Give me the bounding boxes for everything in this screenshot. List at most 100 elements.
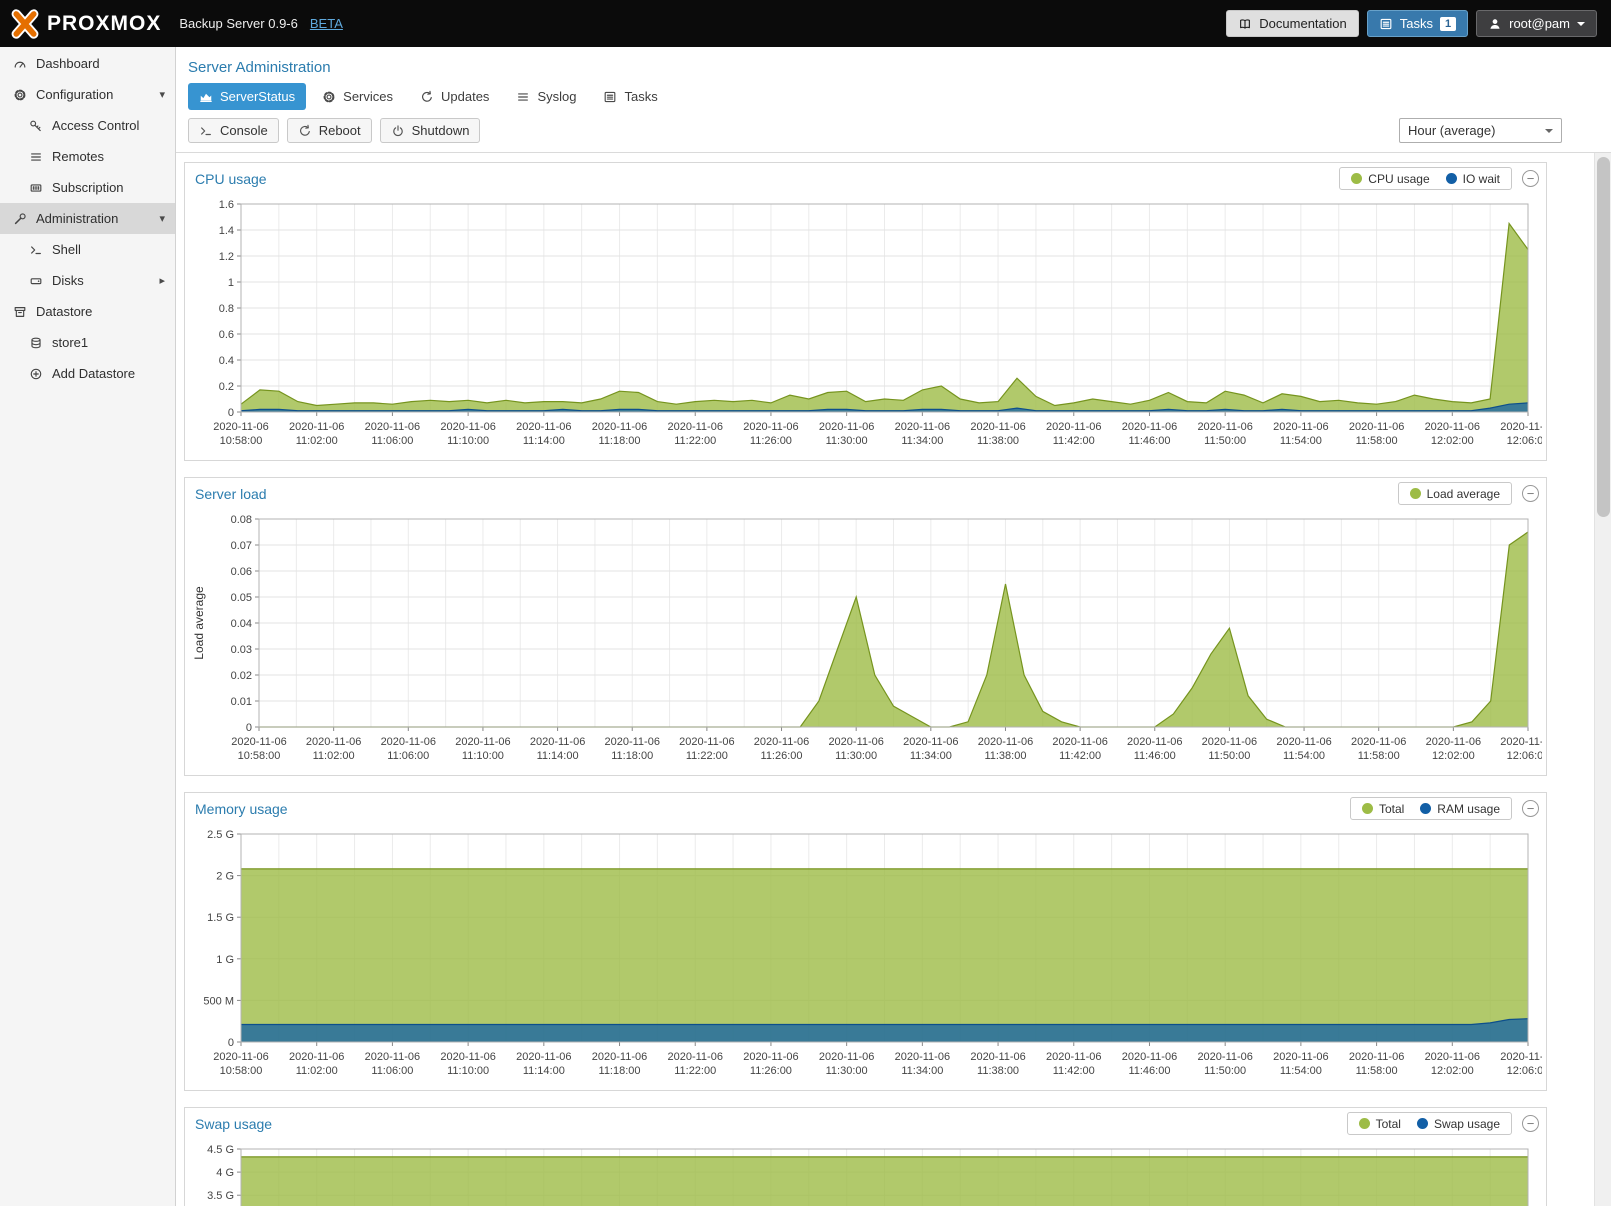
legend-item[interactable]: RAM usage: [1420, 802, 1500, 816]
svg-text:11:22:00: 11:22:00: [674, 435, 716, 447]
panel-title: CPU usage: [195, 171, 1329, 187]
svg-text:2020-11-06: 2020-11-06: [381, 736, 436, 748]
tasks-label: Tasks: [1400, 16, 1433, 31]
cpu-usage-chart: 00.20.40.60.811.21.41.62020-11-0610:58:0…: [189, 196, 1542, 456]
sidebar-item-access-control[interactable]: Access Control: [0, 110, 175, 141]
sidebar-item-dashboard[interactable]: Dashboard: [0, 48, 175, 79]
scrollbar-thumb[interactable]: [1597, 157, 1610, 517]
reboot-icon: [298, 124, 312, 138]
svg-text:11:26:00: 11:26:00: [750, 1065, 792, 1077]
svg-text:0.6: 0.6: [219, 329, 234, 341]
gauge-icon: [13, 57, 27, 71]
svg-text:11:06:00: 11:06:00: [371, 435, 413, 447]
svg-text:0.4: 0.4: [219, 355, 234, 367]
terminal-icon: [29, 243, 43, 257]
sidebar-item-store1[interactable]: store1: [0, 327, 175, 358]
tab-syslog[interactable]: Syslog: [505, 83, 587, 110]
svg-text:11:50:00: 11:50:00: [1204, 1065, 1246, 1077]
sidebar-item-disks[interactable]: Disks ▸: [0, 265, 175, 296]
tab-services[interactable]: Services: [311, 83, 404, 110]
svg-text:12:06:00: 12:06:00: [1507, 435, 1542, 447]
svg-text:1.4: 1.4: [219, 225, 234, 237]
list-icon: [516, 90, 530, 104]
svg-text:11:18:00: 11:18:00: [599, 435, 641, 447]
svg-text:0.04: 0.04: [231, 618, 252, 630]
svg-text:2020-11-06: 2020-11-06: [1500, 421, 1542, 433]
tab-bar: ServerStatus Services Updates Syslog Tas…: [176, 78, 1611, 110]
brand-text: PROXMOX: [47, 12, 161, 36]
legend-item[interactable]: IO wait: [1446, 172, 1500, 186]
legend-dot: [1351, 173, 1362, 184]
svg-text:10:58:00: 10:58:00: [220, 1065, 263, 1077]
svg-text:2020-11-06: 2020-11-06: [516, 421, 571, 433]
svg-text:11:02:00: 11:02:00: [296, 435, 338, 447]
legend-item[interactable]: Swap usage: [1417, 1117, 1500, 1131]
tasks-button[interactable]: Tasks 1: [1367, 10, 1468, 37]
legend-item[interactable]: Load average: [1410, 487, 1500, 501]
tab-tasks[interactable]: Tasks: [592, 83, 668, 110]
svg-text:11:14:00: 11:14:00: [523, 435, 565, 447]
legend-item[interactable]: Total: [1362, 802, 1404, 816]
reboot-button[interactable]: Reboot: [287, 118, 372, 143]
svg-text:2020-11-06: 2020-11-06: [231, 736, 286, 748]
tasks-count-badge: 1: [1440, 17, 1456, 31]
vertical-scrollbar[interactable]: [1594, 153, 1611, 1206]
documentation-button[interactable]: Documentation: [1226, 10, 1358, 37]
terminal-icon: [199, 124, 213, 138]
collapse-panel-button[interactable]: −: [1522, 485, 1539, 502]
tab-serverstatus[interactable]: ServerStatus: [188, 83, 306, 110]
expand-arrow-icon[interactable]: ▾: [159, 212, 165, 225]
svg-text:2020-11-06: 2020-11-06: [1349, 421, 1404, 433]
charts-scroll-area: CPU usage CPU usageIO wait − 00.20.40.60…: [176, 153, 1611, 1206]
svg-text:11:30:00: 11:30:00: [826, 1065, 868, 1077]
tab-label: Syslog: [537, 89, 576, 104]
time-range-select[interactable]: Hour (average): [1399, 118, 1562, 143]
list-icon: [29, 150, 43, 164]
svg-text:10:58:00: 10:58:00: [238, 750, 281, 762]
svg-text:2020-11-06: 2020-11-06: [516, 1051, 571, 1063]
gear-icon: [322, 90, 336, 104]
legend-item[interactable]: Total: [1359, 1117, 1401, 1131]
svg-text:2020-11-06: 2020-11-06: [455, 736, 510, 748]
sidebar-item-add-datastore[interactable]: Add Datastore: [0, 358, 175, 389]
collapse-panel-button[interactable]: −: [1522, 800, 1539, 817]
panel-header: Server load Load average −: [185, 478, 1546, 509]
sidebar-item-remotes[interactable]: Remotes: [0, 141, 175, 172]
collapse-panel-button[interactable]: −: [1522, 170, 1539, 187]
tab-updates[interactable]: Updates: [409, 83, 500, 110]
wrench-icon: [13, 212, 27, 226]
archive-box-icon: [13, 305, 27, 319]
sidebar-item-subscription[interactable]: Subscription: [0, 172, 175, 203]
sidebar-item-shell[interactable]: Shell: [0, 234, 175, 265]
sidebar-item-configuration[interactable]: Configuration ▾: [0, 79, 175, 110]
user-menu-button[interactable]: root@pam: [1476, 10, 1597, 37]
tab-label: Updates: [441, 89, 489, 104]
sidebar: Dashboard Configuration ▾ Access Control…: [0, 47, 176, 1206]
shutdown-button[interactable]: Shutdown: [380, 118, 481, 143]
collapsed-arrow-icon[interactable]: ▸: [159, 274, 165, 287]
sidebar-item-administration[interactable]: Administration ▾: [0, 203, 175, 234]
svg-text:2020-11-06: 2020-11-06: [289, 421, 344, 433]
svg-text:2020-11-06: 2020-11-06: [1351, 736, 1406, 748]
legend-item[interactable]: CPU usage: [1351, 172, 1429, 186]
chart-svg: 00.010.020.030.040.050.060.070.082020-11…: [189, 511, 1542, 771]
svg-text:10:58:00: 10:58:00: [220, 435, 263, 447]
panel-header: Swap usage Total Swap usage −: [185, 1108, 1546, 1139]
beta-link[interactable]: BETA: [310, 16, 343, 31]
svg-text:0.8: 0.8: [219, 303, 234, 315]
ticket-icon: [29, 181, 43, 195]
expand-arrow-icon[interactable]: ▾: [159, 88, 165, 101]
svg-text:Load average: Load average: [192, 586, 206, 660]
svg-text:11:02:00: 11:02:00: [296, 1065, 338, 1077]
collapse-panel-button[interactable]: −: [1522, 1115, 1539, 1132]
proxmox-logo: PROXMOX: [10, 9, 171, 39]
console-label: Console: [220, 123, 268, 138]
console-button[interactable]: Console: [188, 118, 279, 143]
sidebar-item-datastore[interactable]: Datastore: [0, 296, 175, 327]
area-chart-icon: [199, 90, 213, 104]
svg-text:11:42:00: 11:42:00: [1059, 750, 1101, 762]
chart-legend: Total Swap usage: [1347, 1112, 1512, 1135]
svg-text:2020-11-06: 2020-11-06: [895, 421, 950, 433]
svg-text:3.5 G: 3.5 G: [207, 1190, 234, 1202]
svg-text:4 G: 4 G: [216, 1167, 234, 1179]
